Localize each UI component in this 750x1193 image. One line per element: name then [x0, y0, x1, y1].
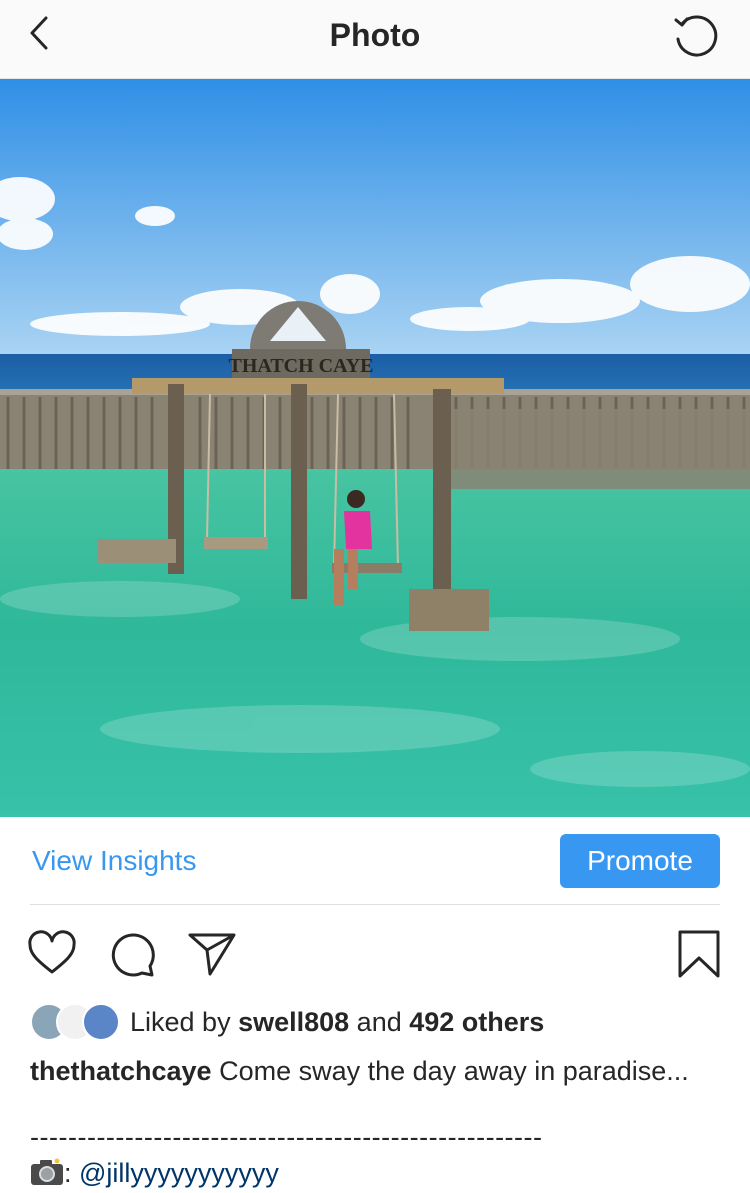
likes-count[interactable]: 492 others	[409, 1007, 544, 1037]
promote-button[interactable]: Promote	[560, 834, 720, 888]
caption-separator: ----------------------------------------…	[30, 1122, 543, 1152]
camera-icon	[30, 1158, 64, 1186]
bookmark-icon[interactable]	[674, 928, 726, 980]
post-photo[interactable]: THATCH CAYE	[0, 79, 750, 817]
likes-row[interactable]: Liked by swell808 and 492 others	[30, 1003, 730, 1043]
comment-icon[interactable]	[106, 928, 158, 980]
avatar	[82, 1003, 120, 1041]
page-title: Photo	[329, 17, 421, 53]
divider	[30, 904, 720, 905]
refresh-icon[interactable]	[670, 10, 720, 60]
share-icon[interactable]	[186, 928, 238, 980]
insights-bar: View Insights Promote	[0, 817, 750, 905]
liker-avatars	[30, 1003, 120, 1041]
liker-username[interactable]: swell808	[238, 1007, 349, 1037]
sign-text: THATCH CAYE	[228, 355, 373, 377]
action-bar	[0, 925, 750, 985]
post-caption: thethatchcaye Come sway the day away in …	[30, 1054, 720, 1088]
credit-handle-link[interactable]: @jillyyyyyyyyyyy	[79, 1158, 279, 1188]
top-nav-bar: Photo	[0, 0, 750, 79]
photo-credit: : @jillyyyyyyyyyyy	[30, 1158, 279, 1189]
likes-text: Liked by swell808 and 492 others	[130, 1007, 545, 1037]
heart-icon[interactable]	[26, 928, 78, 980]
caption-text: Come sway the day away in paradise...	[211, 1056, 689, 1086]
caption-username[interactable]: thethatchcaye	[30, 1056, 212, 1086]
view-insights-link[interactable]: View Insights	[32, 845, 196, 877]
